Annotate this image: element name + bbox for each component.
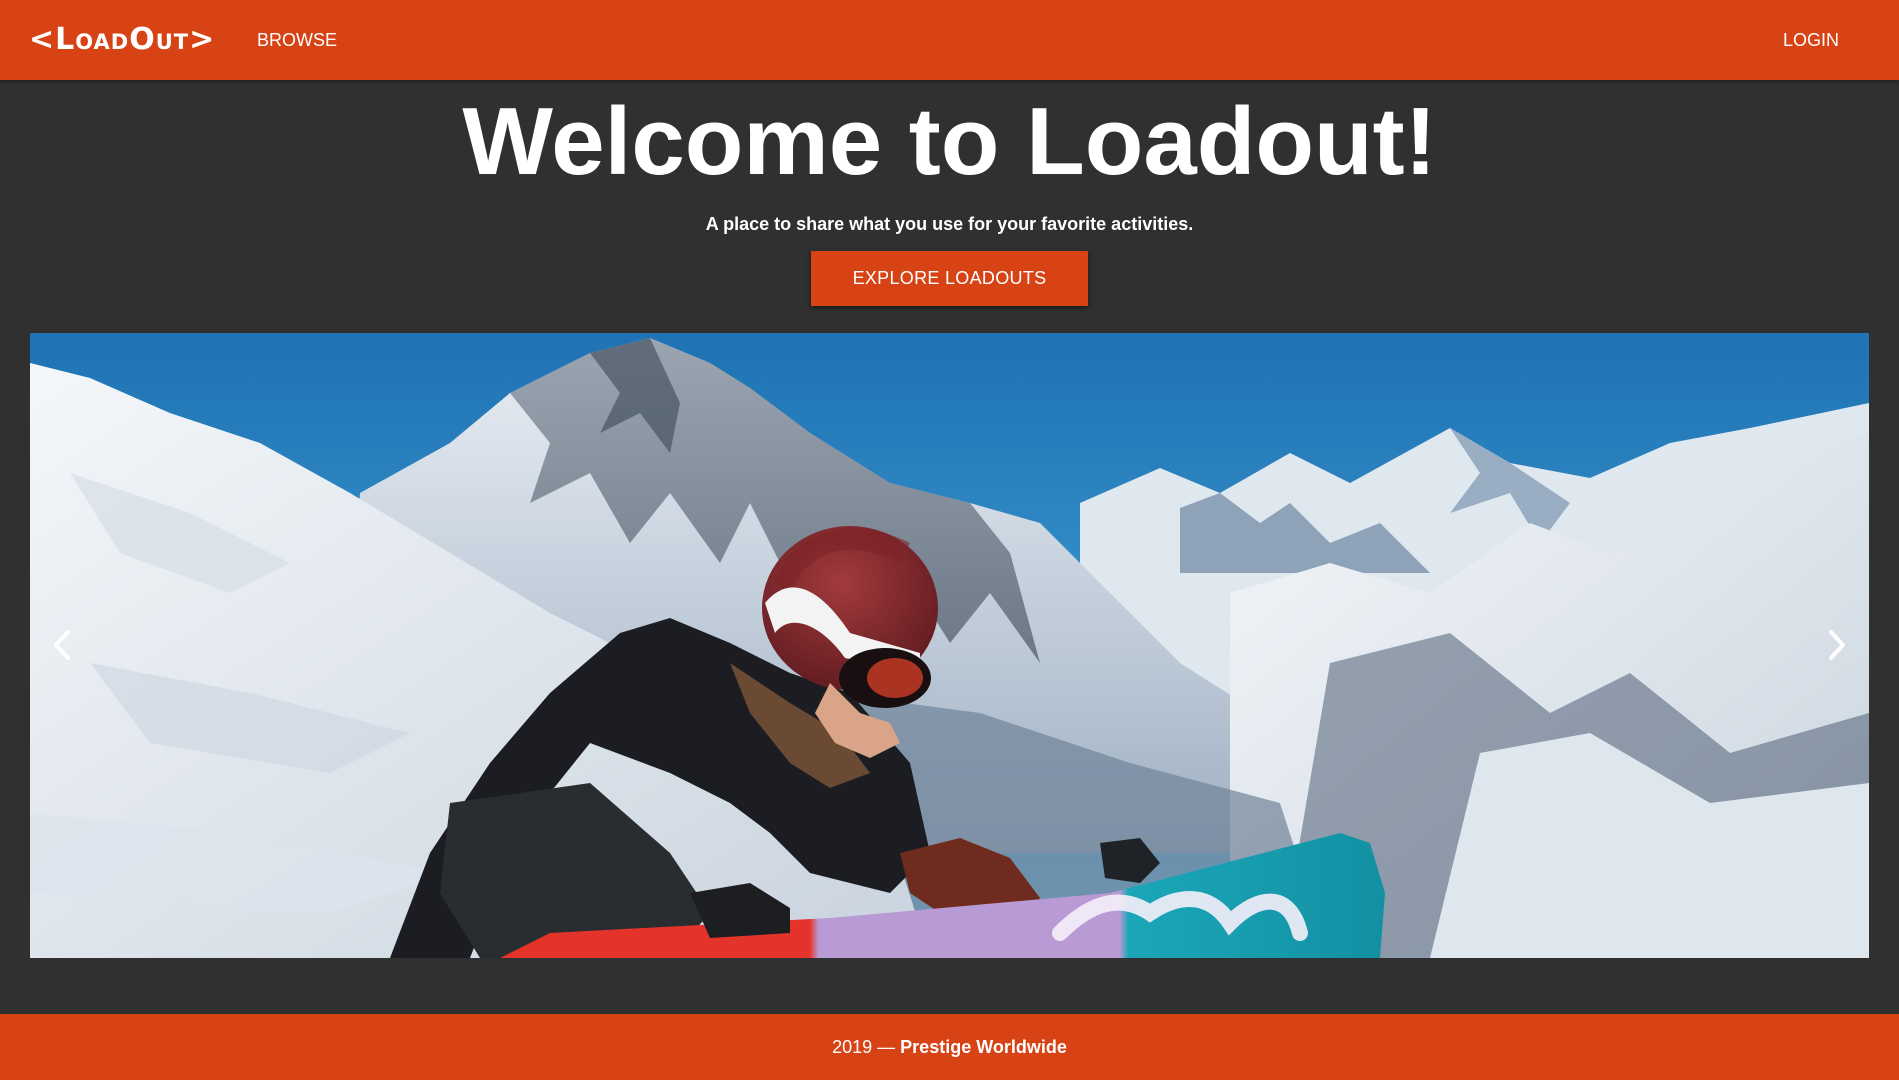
- nav-browse-link[interactable]: BROWSE: [257, 0, 337, 80]
- loadout-logo[interactable]: < LoadOut >: [29, 20, 215, 58]
- chevron-left-icon: [54, 630, 70, 660]
- page-footer: 2019 — Prestige Worldwide: [0, 1014, 1899, 1080]
- carousel-slide-image: [30, 333, 1869, 958]
- explore-loadouts-button[interactable]: EXPLORE LOADOUTS: [811, 251, 1088, 306]
- hero-subtitle: A place to share what you use for your f…: [705, 214, 1194, 234]
- footer-brand: Prestige Worldwide: [900, 1037, 1067, 1057]
- image-carousel: [30, 333, 1869, 958]
- top-navbar: < LoadOut > BROWSE LOGIN: [0, 0, 1899, 80]
- nav-login-link[interactable]: LOGIN: [1783, 0, 1839, 80]
- logo-text: LoadOut: [55, 21, 190, 57]
- carousel-next-button[interactable]: [1805, 613, 1869, 677]
- hero-title: Welcome to Loadout!: [462, 88, 1437, 195]
- chevron-right-icon: [1829, 630, 1845, 660]
- footer-year: 2019 —: [832, 1037, 901, 1057]
- carousel-prev-button[interactable]: [30, 613, 94, 677]
